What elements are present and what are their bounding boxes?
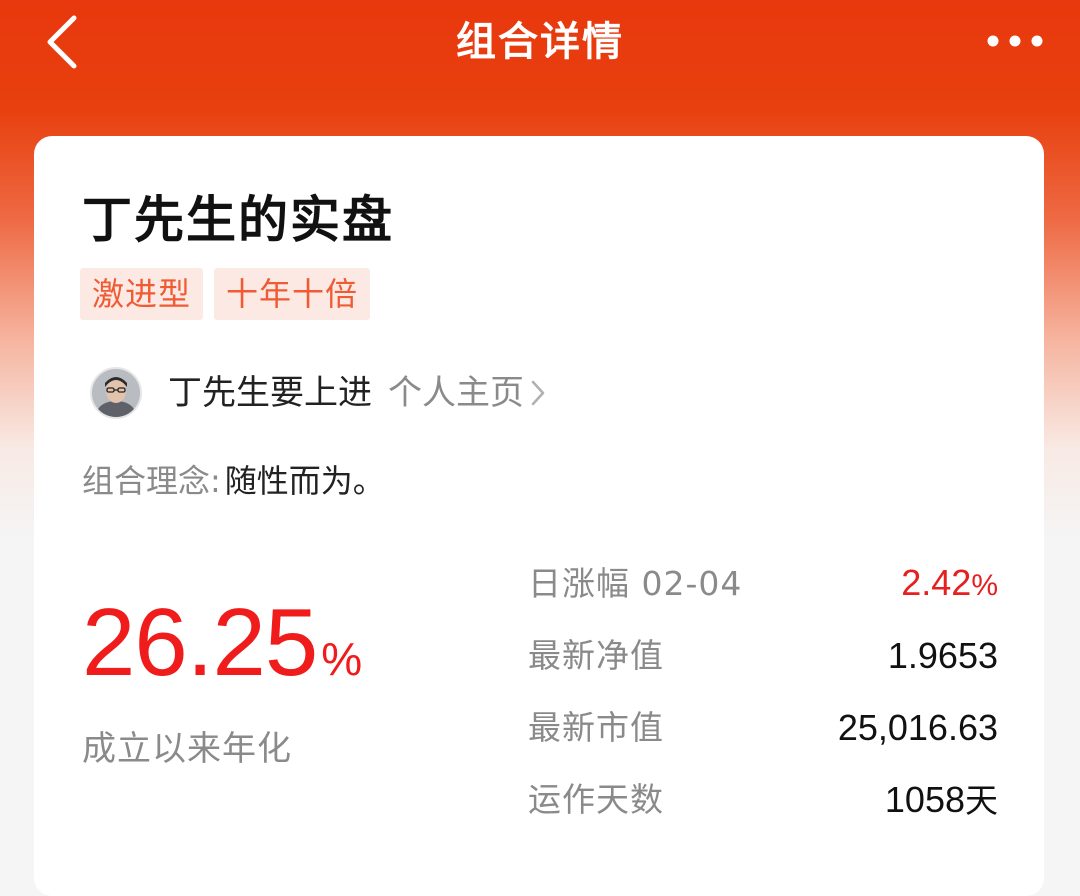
navigation-bar: 组合详情: [0, 0, 1080, 84]
annualized-return-label: 成立以来年化: [82, 729, 292, 769]
author-name[interactable]: 丁先生要上进: [168, 371, 372, 415]
homepage-link[interactable]: 个人主页: [388, 371, 546, 415]
annualized-return: 26.25%: [82, 588, 362, 714]
annualized-return-value: 26.25: [82, 589, 318, 696]
homepage-label: 个人主页: [388, 373, 524, 413]
running-days-label: 运作天数: [528, 780, 664, 819]
avatar-image: [92, 369, 140, 417]
philosophy-label: 组合理念:: [82, 462, 221, 500]
latest-nav-label: 最新净值: [528, 636, 664, 675]
daily-change-value: 2.42%: [901, 560, 998, 609]
more-dots-icon: [987, 35, 1043, 47]
running-days-unit: 天: [965, 780, 998, 820]
market-value-value: 25,016.63: [837, 707, 998, 748]
portfolio-card: 丁先生的实盘 激进型 十年十倍 丁先生要上进 个人主页 组合理念: 随性而为。 …: [34, 136, 1044, 896]
daily-change-unit: %: [971, 568, 998, 602]
tag-aggressive[interactable]: 激进型: [80, 268, 204, 320]
daily-change-label: 日涨幅 02-04: [528, 564, 743, 603]
stat-row-running-days: 运作天数 1058天: [528, 764, 998, 836]
stat-row-market-value: 最新市值 25,016.63: [528, 692, 998, 764]
stats-list: 日涨幅 02-04 2.42% 最新净值 1.9653 最新市值 25,016.…: [528, 548, 998, 836]
chevron-right-icon: [530, 378, 546, 408]
annualized-return-unit: %: [321, 633, 362, 685]
tag-list: 激进型 十年十倍: [80, 268, 371, 320]
page-title: 组合详情: [456, 19, 624, 65]
stat-row-daily-change: 日涨幅 02-04 2.42%: [528, 548, 998, 620]
running-days-number: 1058: [884, 778, 965, 820]
running-days-value: 1058天: [885, 777, 998, 824]
avatar[interactable]: [90, 367, 142, 419]
market-value-label: 最新市值: [528, 708, 664, 747]
portfolio-philosophy: 组合理念: 随性而为。: [82, 458, 385, 504]
author-row[interactable]: 丁先生要上进 个人主页: [90, 366, 546, 420]
portfolio-title: 丁先生的实盘: [82, 191, 394, 249]
philosophy-text: 随性而为。: [224, 462, 385, 500]
daily-change-number: 2.42: [901, 561, 972, 603]
more-button[interactable]: [980, 18, 1050, 64]
tag-ten-years-tenfold[interactable]: 十年十倍: [214, 268, 371, 320]
latest-nav-value: 1.9653: [887, 635, 998, 676]
stat-row-latest-nav: 最新净值 1.9653: [528, 620, 998, 692]
